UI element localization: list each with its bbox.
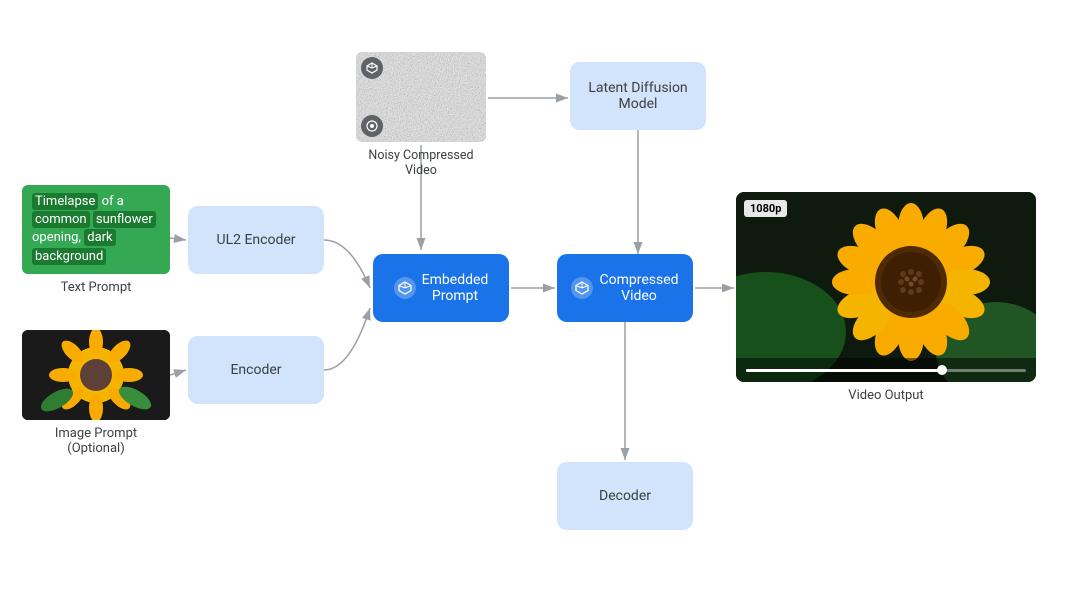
ldm-node: Latent DiffusionModel (570, 62, 706, 130)
video-badge: 1080p (744, 200, 787, 217)
text-prompt-word1: Timelapse (32, 193, 98, 210)
noisy-video-node: Noisy CompressedVideo (356, 52, 486, 178)
text-prompt-word6: dark (84, 229, 115, 246)
text-prompt-word5: opening, (32, 230, 81, 245)
text-prompt-word4: sunflower (93, 211, 156, 228)
video-output-label: Video Output (736, 388, 1036, 403)
compressed-video-node: CompressedVideo (557, 254, 693, 322)
ul2-encoder-label: UL2 Encoder (216, 232, 295, 248)
compressed-video-icon (571, 277, 593, 299)
embedded-prompt-label: EmbeddedPrompt (422, 272, 489, 304)
decoder-label: Decoder (599, 488, 651, 504)
embedded-prompt-node: EmbeddedPrompt (373, 254, 509, 322)
text-prompt-word3: common (32, 211, 90, 228)
noisy-icon-bottom (361, 115, 383, 137)
video-output-node: 1080p (736, 192, 1036, 403)
noisy-icon-top (361, 57, 383, 79)
cube-icon-noisy-top (365, 61, 379, 75)
cube-icon-compressed (575, 281, 589, 295)
image-prompt-box (22, 330, 170, 420)
encoder-node: Encoder (188, 336, 324, 404)
progress-track (746, 369, 1026, 372)
sunflower-small-svg (22, 330, 170, 420)
text-prompt-box: Timelapse of a common sunflower opening,… (22, 185, 170, 274)
ldm-label: Latent DiffusionModel (588, 80, 687, 112)
ul2-encoder-node: UL2 Encoder (188, 206, 324, 274)
encoder-label: Encoder (230, 362, 281, 378)
progress-fill (746, 369, 942, 372)
image-prompt-label: Image Prompt(Optional) (22, 426, 170, 456)
cube-icon-embedded (398, 281, 412, 295)
video-progress (736, 358, 1036, 382)
progress-thumb (937, 365, 947, 375)
diagram: Timelapse of a common sunflower opening,… (0, 0, 1070, 602)
image-prompt-node: Image Prompt(Optional) (22, 330, 170, 456)
noisy-video-label: Noisy CompressedVideo (356, 148, 486, 178)
cube-icon-noisy-bottom (365, 119, 379, 133)
text-prompt-word7: background (32, 248, 106, 265)
text-prompt-label: Text Prompt (22, 280, 170, 295)
embedded-prompt-icon (394, 277, 416, 299)
noisy-video-box (356, 52, 486, 142)
video-box: 1080p (736, 192, 1036, 382)
decoder-node: Decoder (557, 462, 693, 530)
text-prompt-node: Timelapse of a common sunflower opening,… (22, 185, 170, 295)
sunflower-large-svg (736, 192, 1036, 382)
compressed-video-label: CompressedVideo (599, 272, 678, 304)
text-prompt-word2: of a (102, 194, 124, 209)
